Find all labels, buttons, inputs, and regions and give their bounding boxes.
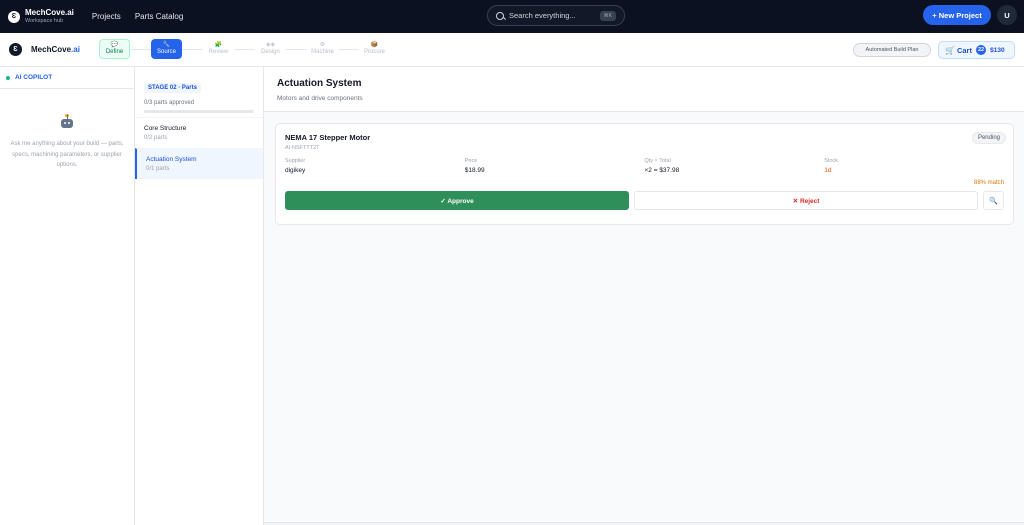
spec-value: 1d: [824, 167, 832, 174]
stage-stepper: 💬 Define 🔧 Source 🧩 Review ◈◈ Design ⚙ M…: [99, 39, 390, 59]
project-brand: MechCove.ai: [31, 45, 80, 54]
search-shortcut-badge: ⌘K: [599, 10, 616, 21]
part-card: NEMA 17 Stepper Motor AI-NSFTTT2T Pendin…: [275, 123, 1014, 225]
spec-supplier: Supplier digikey: [285, 158, 465, 174]
search-icon: [496, 11, 504, 20]
spec-qty-total: Qty × Total ×2 = $37.98: [645, 158, 825, 174]
robot-icon: [59, 114, 75, 129]
chat-icon: 💬: [110, 42, 119, 48]
brand-suffix: .ai: [71, 45, 80, 54]
workspace-panes: AI COPILOT Ask me anything about your bu…: [0, 67, 1024, 525]
puzzle-icon: 🧩: [214, 42, 223, 48]
user-avatar[interactable]: U: [997, 5, 1017, 25]
stage-connector: [182, 48, 203, 50]
nav-item-title: Core Structure: [144, 125, 187, 132]
approved-count: 0/3 parts approved: [144, 100, 195, 106]
stage-connector: [286, 48, 307, 50]
copilot-title: AI COPILOT: [15, 74, 53, 81]
spec-value: digikey: [285, 167, 306, 174]
magnifier-icon: 🔍: [989, 197, 998, 205]
cart-count-badge: 22: [975, 45, 987, 55]
nav-item-count: 0/2 parts: [144, 135, 168, 141]
stage-machine[interactable]: ⚙ Machine: [307, 39, 338, 59]
automated-build-plan-button[interactable]: Automated Build Plan: [853, 43, 931, 57]
stage-design[interactable]: ◈◈ Design: [255, 39, 286, 59]
spec-stock: Stock 1d: [824, 158, 1004, 174]
wrench-icon: 🔧: [162, 42, 171, 48]
new-project-button[interactable]: + New Project: [923, 5, 991, 25]
search-input[interactable]: [509, 11, 597, 20]
diamonds-icon: ◈◈: [265, 42, 276, 48]
spec-label: Supplier: [285, 158, 306, 164]
nav-projects[interactable]: Projects: [92, 12, 121, 21]
spec-value: $18.99: [464, 167, 485, 174]
top-nav: Projects Parts Catalog: [92, 12, 197, 21]
stage-source[interactable]: 🔧 Source: [151, 39, 182, 59]
cart-total: $130: [990, 46, 1005, 54]
reject-button[interactable]: ✕ Reject: [634, 191, 979, 210]
stage-badge: STAGE 02 · Parts: [144, 83, 201, 93]
section-title: Actuation System: [277, 78, 362, 89]
logo-icon-secondary[interactable]: Ɛ: [9, 43, 22, 56]
stage-connector: [130, 48, 151, 50]
logo-icon[interactable]: Ɛ: [8, 10, 20, 23]
stage-label: Machine: [311, 49, 334, 55]
brand-block: MechCove.ai Workspace hub: [25, 8, 74, 26]
copilot-hint: Ask me anything about your build — parts…: [10, 141, 124, 168]
main-content: Actuation System Motors and drive compon…: [264, 67, 1024, 525]
stage-connector: [234, 48, 255, 50]
nav-parts-catalog[interactable]: Parts Catalog: [135, 12, 183, 21]
stage-summary: STAGE 02 · Parts 0/3 parts approved: [135, 67, 263, 117]
online-status-dot: [6, 75, 10, 80]
spec-value: ×2 = $37.98: [644, 167, 680, 174]
parts-navigator: STAGE 02 · Parts 0/3 parts approved Core…: [135, 67, 264, 525]
spec-label: Price: [464, 158, 478, 164]
approval-progress-bar: [144, 110, 254, 113]
part-id: AI-NSFTTT2T: [285, 145, 320, 151]
section-header: Actuation System Motors and drive compon…: [264, 67, 1024, 112]
spec-price: Price $18.99: [465, 158, 645, 174]
part-actions: ✓ Approve ✕ Reject 🔍: [285, 191, 1004, 210]
app-root: Ɛ MechCove.ai Workspace hub Projects Par…: [0, 0, 1024, 525]
stage-label: Define: [105, 49, 124, 55]
stage-bar: Ɛ MechCove.ai 💬 Define 🔧 Source 🧩 Review…: [0, 33, 1024, 67]
inspect-button[interactable]: 🔍: [983, 191, 1004, 210]
stage-label: Procure: [363, 49, 385, 55]
match-score: 88% match: [973, 180, 1004, 186]
section-subtitle: Motors and drive components: [277, 95, 363, 102]
approve-button[interactable]: ✓ Approve: [285, 191, 630, 210]
search-bar[interactable]: ⌘K: [487, 5, 625, 26]
spec-label: Stock: [824, 158, 839, 164]
spec-label: Qty × Total: [644, 158, 671, 164]
copilot-header: AI COPILOT: [0, 67, 134, 89]
part-name: NEMA 17 Stepper Motor: [285, 133, 371, 142]
nav-item-actuation-system[interactable]: Actuation System 0/1 parts: [135, 148, 263, 179]
cart-button[interactable]: 🛒 Cart 22 $130: [938, 41, 1015, 59]
nav-item-core-structure[interactable]: Core Structure 0/2 parts: [135, 117, 263, 148]
brand-prefix: MechCove: [31, 45, 72, 54]
ai-copilot-panel: AI COPILOT Ask me anything about your bu…: [0, 67, 135, 525]
stage-label: Source: [156, 49, 176, 55]
cart-icon: 🛒: [945, 45, 955, 55]
gear-icon: ⚙: [319, 42, 326, 48]
status-badge: Pending: [971, 132, 1006, 144]
cart-label: Cart: [956, 45, 972, 55]
stage-procure[interactable]: 📦 Procure: [359, 39, 390, 59]
top-bar: Ɛ MechCove.ai Workspace hub Projects Par…: [0, 0, 1024, 33]
stage-review[interactable]: 🧩 Review: [203, 39, 234, 59]
nav-item-count: 0/1 parts: [146, 166, 170, 172]
stage-label: Design: [261, 49, 280, 55]
stage-label: Review: [208, 49, 229, 55]
stage-connector: [338, 48, 359, 50]
part-specs: Supplier digikey Price $18.99 Qty × Tota…: [285, 158, 1004, 174]
stage-define[interactable]: 💬 Define: [99, 39, 130, 59]
package-icon: 📦: [370, 42, 379, 48]
brand-subtitle: Workspace hub: [25, 17, 64, 24]
brand-name: MechCove.ai: [25, 7, 74, 17]
nav-item-title: Actuation System: [146, 156, 197, 163]
